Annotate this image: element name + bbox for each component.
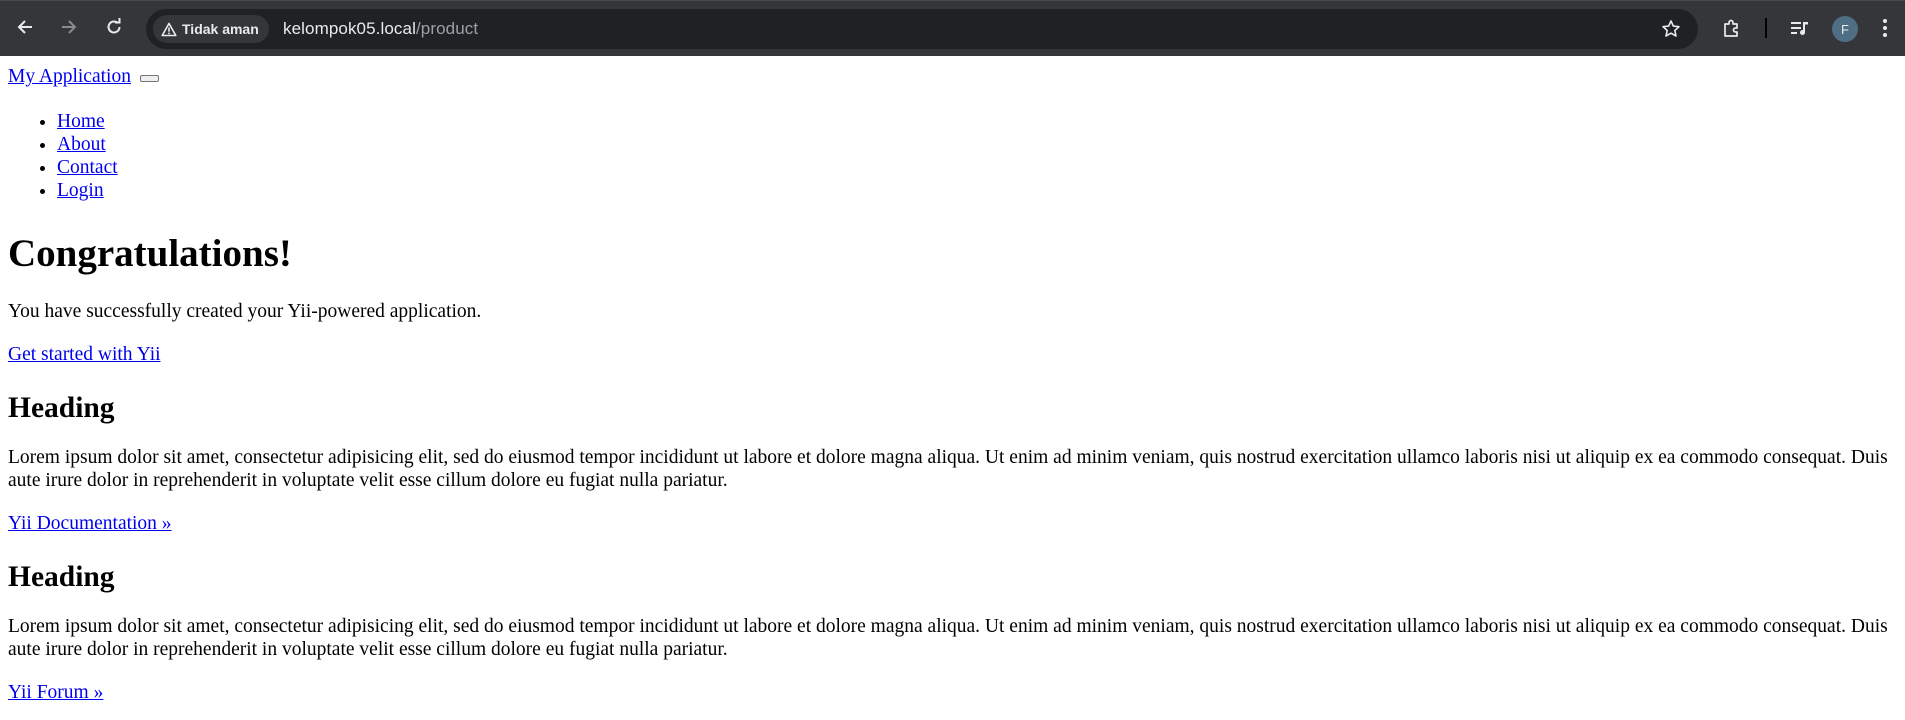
reload-icon — [107, 18, 121, 34]
nav-link-contact[interactable]: Contact — [57, 157, 118, 178]
security-label: Tidak aman — [182, 21, 259, 37]
yii-documentation-link[interactable]: Yii Documentation » — [8, 513, 172, 534]
url-path: /product — [415, 19, 479, 38]
get-started-link[interactable]: Get started with Yii — [8, 344, 161, 365]
jumbotron-title: Congratulations! — [8, 232, 292, 275]
section-text: Lorem ipsum dolor sit amet, consectetur … — [8, 616, 1888, 660]
nav-item: About — [57, 133, 1897, 156]
address-bar[interactable]: Tidak aman kelompok05.local/product — [146, 9, 1698, 49]
warning-icon — [161, 22, 177, 36]
navbar: My Application — [8, 66, 1897, 88]
url-text[interactable]: kelompok05.local/product — [283, 19, 478, 39]
navbar-toggle-button[interactable] — [139, 75, 159, 82]
kebab-menu-icon — [1883, 19, 1887, 37]
nav-link-home[interactable]: Home — [57, 111, 105, 132]
playlist-icon — [1791, 22, 1808, 35]
reload-button[interactable] — [99, 11, 129, 43]
main-nav: Home About Contact Login — [8, 110, 1897, 202]
puzzle-icon — [1724, 19, 1738, 37]
profile-avatar[interactable]: F — [1832, 16, 1858, 42]
back-button[interactable] — [10, 11, 40, 43]
section-heading: Heading — [8, 392, 115, 424]
jumbotron-lead: You have successfully created your Yii-p… — [8, 301, 482, 322]
arrow-right-icon — [62, 20, 77, 34]
nav-item: Home — [57, 110, 1897, 133]
nav-link-login[interactable]: Login — [57, 180, 104, 201]
section-text: Lorem ipsum dolor sit amet, consectetur … — [8, 447, 1888, 491]
star-icon — [1662, 20, 1680, 37]
forward-button[interactable] — [54, 11, 84, 43]
brand-link[interactable]: My Application — [8, 66, 131, 87]
arrow-left-icon — [17, 20, 32, 34]
extensions-button[interactable] — [1717, 13, 1747, 43]
bookmark-button[interactable] — [1658, 16, 1684, 42]
browser-toolbar: Tidak aman kelompok05.local/product F — [0, 0, 1905, 56]
page-content: My Application Home About Contact Login … — [0, 66, 1905, 704]
nav-item: Contact — [57, 156, 1897, 179]
section-heading: Heading — [8, 561, 115, 593]
yii-forum-link[interactable]: Yii Forum » — [8, 682, 103, 703]
security-indicator[interactable]: Tidak aman — [153, 15, 269, 43]
toolbar-divider — [1765, 18, 1767, 38]
media-control-button[interactable] — [1785, 13, 1815, 43]
browser-menu-button[interactable] — [1870, 13, 1900, 43]
nav-link-about[interactable]: About — [57, 134, 106, 155]
url-host: kelompok05.local — [283, 19, 416, 38]
nav-item: Login — [57, 179, 1897, 202]
